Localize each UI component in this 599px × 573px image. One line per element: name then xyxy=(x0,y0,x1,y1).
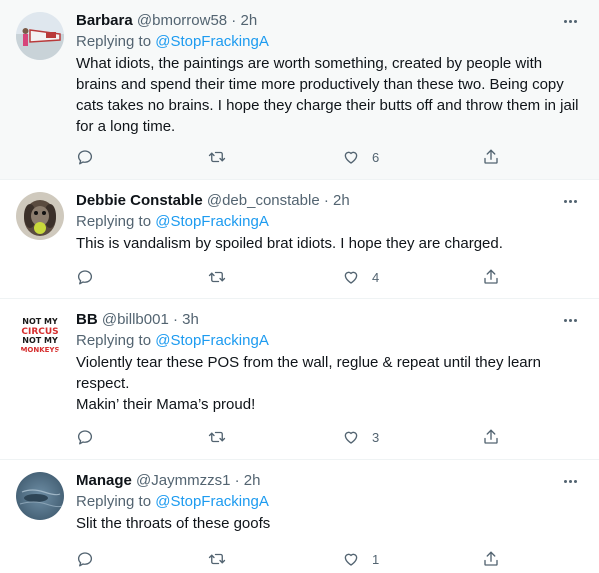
reply-icon xyxy=(77,150,93,165)
replying-prefix: Replying to xyxy=(76,213,156,230)
reply-tweet-bb[interactable]: NOT MY CIRCUS NOT MY MONKEYS BB @billb00… xyxy=(0,299,599,460)
more-options-button[interactable] xyxy=(561,192,579,210)
avatar-barbara[interactable] xyxy=(16,12,64,60)
avatar-text-line: NOT MY xyxy=(22,317,58,326)
reply-button[interactable] xyxy=(76,549,94,569)
separator: · xyxy=(227,12,241,29)
display-name[interactable]: Debbie Constable xyxy=(76,192,203,209)
timestamp[interactable]: 3h xyxy=(182,311,199,328)
tweet-header: Barbara @bmorrow58 · 2h xyxy=(76,11,587,31)
reply-icon xyxy=(77,270,93,285)
like-button[interactable]: 1 xyxy=(342,549,379,569)
replying-to: Replying to @StopFrackingA xyxy=(76,492,587,512)
timestamp[interactable]: 2h xyxy=(244,472,261,489)
share-icon xyxy=(484,149,498,164)
retweet-icon xyxy=(208,151,226,163)
mention-link[interactable]: @StopFrackingA xyxy=(155,33,269,50)
share-icon xyxy=(484,429,498,444)
share-button[interactable] xyxy=(482,427,500,447)
reply-icon xyxy=(77,430,93,445)
retweet-button[interactable] xyxy=(208,549,226,569)
like-count: 6 xyxy=(372,149,380,165)
tweet-text-line2: Makin’ their Mama’s proud! xyxy=(76,396,256,413)
tweet-actions: 6 xyxy=(76,147,506,167)
retweet-icon xyxy=(208,553,226,565)
replying-prefix: Replying to xyxy=(76,493,156,510)
handle[interactable]: @Jaymmzzs1 xyxy=(136,472,230,489)
reply-button[interactable] xyxy=(76,427,94,447)
tweet-text: What idiots, the paintings are worth som… xyxy=(76,55,579,135)
mention-link[interactable]: @StopFrackingA xyxy=(155,493,269,510)
avatar-text-line: MONKEYS xyxy=(20,346,59,354)
like-button[interactable]: 3 xyxy=(342,427,379,447)
avatar-bb[interactable]: NOT MY CIRCUS NOT MY MONKEYS xyxy=(16,311,64,359)
retweet-button[interactable] xyxy=(208,427,226,447)
retweet-icon xyxy=(208,431,226,443)
more-options-button[interactable] xyxy=(561,311,579,329)
share-button[interactable] xyxy=(482,267,500,287)
retweet-button[interactable] xyxy=(208,267,226,287)
replying-to: Replying to @StopFrackingA xyxy=(76,212,587,232)
mention-link[interactable]: @StopFrackingA xyxy=(155,213,269,230)
tweet-header: Debbie Constable @deb_constable · 2h xyxy=(76,191,587,211)
more-options-button[interactable] xyxy=(561,472,579,490)
reply-tweet-debbie[interactable]: Debbie Constable @deb_constable · 2h Rep… xyxy=(0,180,599,299)
display-name[interactable]: BB xyxy=(76,311,98,328)
retweet-icon xyxy=(208,271,226,283)
handle[interactable]: @billb001 xyxy=(102,311,169,328)
display-name[interactable]: Manage xyxy=(76,472,132,489)
heart-icon xyxy=(344,553,358,566)
reply-icon xyxy=(77,552,93,567)
replying-prefix: Replying to xyxy=(76,33,156,50)
display-name[interactable]: Barbara xyxy=(76,12,133,29)
tweet-header: Manage @Jaymmzzs1 · 2h xyxy=(76,471,587,491)
timestamp[interactable]: 2h xyxy=(240,12,257,29)
reply-tweet-barbara[interactable]: Barbara @bmorrow58 · 2h Replying to @Sto… xyxy=(0,0,599,180)
like-count: 4 xyxy=(372,269,380,285)
heart-icon xyxy=(344,271,358,284)
share-button[interactable] xyxy=(482,147,500,167)
replying-to: Replying to @StopFrackingA xyxy=(76,32,587,52)
avatar-photo-airplane-icon xyxy=(16,12,64,60)
like-button[interactable]: 4 xyxy=(342,267,379,287)
avatar-photo-dog-icon xyxy=(16,192,64,240)
tweet-text: This is vandalism by spoiled brat idiots… xyxy=(76,235,503,252)
reply-button[interactable] xyxy=(76,267,94,287)
tweet-text: Slit the throats of these goofs xyxy=(76,515,271,532)
reply-tweet-manage[interactable]: Manage @Jaymmzzs1 · 2h Replying to @Stop… xyxy=(0,460,599,573)
handle[interactable]: @bmorrow58 xyxy=(137,12,227,29)
separator: · xyxy=(168,311,183,328)
share-button[interactable] xyxy=(482,549,500,569)
like-count: 1 xyxy=(372,551,380,567)
heart-icon xyxy=(344,431,358,444)
share-icon xyxy=(484,551,498,566)
replying-prefix: Replying to xyxy=(76,332,156,349)
avatar-text-line: NOT MY xyxy=(22,336,58,345)
tweet-text: Violently tear these POS from the wall, … xyxy=(76,354,541,392)
reply-feed: Barbara @bmorrow58 · 2h Replying to @Sto… xyxy=(0,0,599,573)
tweet-actions: 3 xyxy=(76,427,506,447)
tweet-header: BB @billb001 · 3h xyxy=(76,310,587,330)
like-button[interactable]: 6 xyxy=(342,147,379,167)
avatar-debbie[interactable] xyxy=(16,192,64,240)
timestamp[interactable]: 2h xyxy=(333,192,350,209)
like-count: 3 xyxy=(372,429,380,445)
separator: · xyxy=(319,192,334,209)
mention-link[interactable]: @StopFrackingA xyxy=(155,332,269,349)
avatar-photo-water-icon xyxy=(16,472,64,520)
avatar-not-my-circus-icon: NOT MY CIRCUS NOT MY MONKEYS xyxy=(16,311,64,359)
heart-icon xyxy=(344,151,358,164)
tweet-actions: 1 xyxy=(76,549,506,569)
separator: · xyxy=(230,472,244,489)
tweet-actions: 4 xyxy=(76,267,506,287)
avatar-manage[interactable] xyxy=(16,472,64,520)
more-options-button[interactable] xyxy=(561,12,579,30)
handle[interactable]: @deb_constable xyxy=(207,192,320,209)
replying-to: Replying to @StopFrackingA xyxy=(76,331,587,351)
retweet-button[interactable] xyxy=(208,147,226,167)
reply-button[interactable] xyxy=(76,147,94,167)
share-icon xyxy=(484,269,498,284)
